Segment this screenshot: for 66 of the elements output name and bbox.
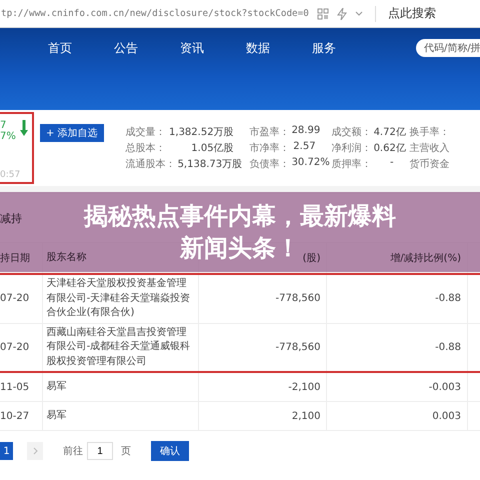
table-cell: 0.003: [327, 402, 468, 430]
change-text: 7%: [0, 131, 16, 142]
next-page-button[interactable]: [27, 442, 43, 460]
stat-label: 市盈率：: [250, 126, 290, 139]
stat-label: 净利润：: [332, 142, 372, 155]
page-unit-label: 页: [121, 445, 131, 458]
down-arrow-icon: [20, 120, 28, 136]
stat-label: 质押率：: [332, 158, 372, 171]
nav-link[interactable]: 服务: [312, 40, 378, 56]
headline-text: 揭秘热点事件内幕，最新爆料: [84, 201, 396, 231]
lightning-icon[interactable]: [336, 8, 347, 20]
time-text: 0:57: [0, 170, 22, 180]
stat-label: 货币资金: [410, 158, 450, 171]
column-header: (股): [302, 252, 320, 265]
table-cell: -0.88: [327, 324, 468, 371]
add-watchlist-button[interactable]: + 添加自选: [40, 124, 104, 142]
page-input[interactable]: 1: [87, 442, 113, 460]
confirm-button[interactable]: 确认: [151, 441, 189, 461]
stat-value: 0.62亿: [374, 142, 406, 155]
table-cell: 天津硅谷天堂股权投资基金管理有限公司-天津硅谷天堂瑞焱投资合伙企业(有限合伙): [42, 275, 199, 322]
stat-label: 流通股本：: [126, 158, 176, 171]
column-header: 增/减持比例(%): [390, 252, 461, 265]
section-title: 减持: [0, 210, 22, 226]
goto-label: 前往: [63, 444, 83, 458]
stat-value: 1.05亿股: [191, 142, 234, 155]
stat-value: 1,382.52万股: [169, 126, 234, 139]
search-label[interactable]: 点此搜索: [388, 5, 436, 22]
nav-link[interactable]: 首页: [48, 40, 114, 56]
table-cell: 10-27: [0, 402, 43, 430]
table-cell: -2,100: [198, 373, 328, 401]
stat-value: 28.99: [292, 125, 320, 138]
table-cell: -778,560: [198, 324, 328, 371]
table-cell: 07-20: [0, 275, 43, 322]
stat-value: 5,138.73万股: [178, 158, 242, 171]
table-cell: 西藏山南硅谷天堂昌吉投资管理有限公司-成都硅谷天堂通威银科股权投资管理有限公司: [42, 324, 199, 371]
stat-label: 主营收入: [410, 142, 450, 155]
qr-code-icon[interactable]: [316, 8, 329, 20]
nav-link[interactable]: 数据: [246, 40, 312, 56]
stat-label: 负债率：: [250, 158, 290, 171]
stat-label: 市净率：: [250, 142, 290, 155]
column-header: 股东名称: [46, 250, 87, 265]
headline-text: 新闻头条！: [180, 233, 300, 263]
price-text: 7: [0, 120, 8, 131]
stat-label: 换手率：: [410, 126, 450, 139]
stat-label: 总股本：: [126, 142, 166, 155]
table-cell: -0.003: [327, 373, 468, 401]
nav-link[interactable]: 公告: [114, 40, 180, 56]
page-button[interactable]: 1: [0, 442, 13, 460]
stat-label: 成交额：: [332, 126, 372, 139]
table-cell: 11-05: [0, 373, 43, 401]
table-cell: 易军: [42, 402, 199, 430]
table-cell: -778,560: [198, 275, 328, 322]
table-cell: 07-20: [0, 324, 43, 371]
stat-label: 成交量：: [126, 126, 166, 139]
chevron-down-icon[interactable]: [354, 10, 363, 16]
nav-link[interactable]: 资讯: [180, 40, 246, 56]
url-text[interactable]: tp://www.cninfo.com.cn/new/disclosure/stock?stockCode=0: [1, 8, 309, 19]
stat-value: 30.72%: [292, 157, 330, 170]
stat-value: 2.57: [293, 141, 316, 154]
chevron-right-icon: [32, 447, 38, 455]
table-cell: 2,100: [198, 402, 328, 430]
column-header: 持日期: [0, 252, 30, 265]
table-cell: -0.88: [327, 275, 468, 322]
stat-value: 4.72亿: [374, 126, 406, 139]
stat-value: -: [390, 157, 394, 170]
table-cell: 易军: [42, 373, 199, 401]
